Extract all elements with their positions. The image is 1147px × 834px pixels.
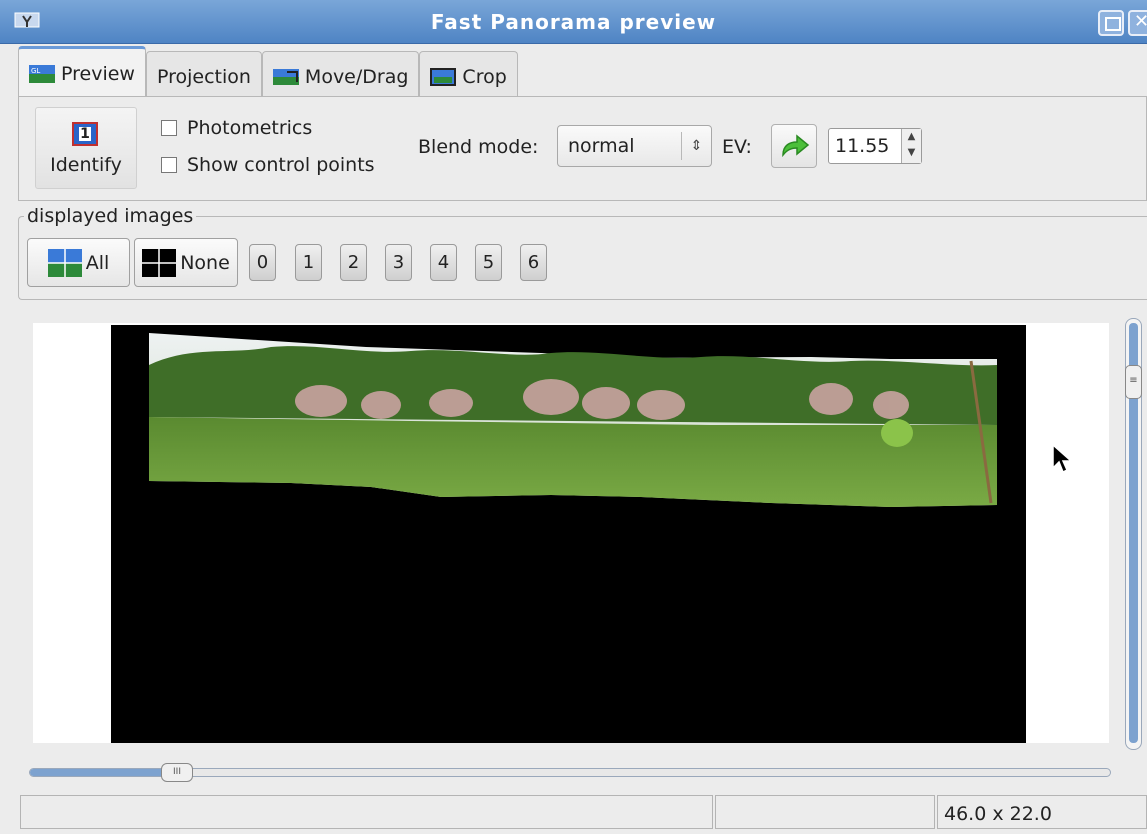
vertical-scrollbar[interactable]: ≡ <box>1125 318 1142 750</box>
window-title: Fast Panorama preview <box>430 10 717 34</box>
tab-move-drag-label: Move/Drag <box>304 65 409 88</box>
identify-button[interactable]: 1 Identify <box>35 107 137 189</box>
svg-text:GL: GL <box>31 67 40 75</box>
redo-arrow-icon <box>782 134 810 158</box>
gl-preview-icon: GL <box>29 64 55 83</box>
horizontal-slider-thumb[interactable]: III <box>161 763 193 782</box>
mouse-cursor-icon <box>1052 444 1072 474</box>
tab-preview-label: Preview <box>61 62 135 85</box>
photometrics-label: Photometrics <box>187 117 313 139</box>
all-images-icon <box>47 248 82 277</box>
tab-preview[interactable]: GL Preview <box>18 46 146 98</box>
image-toggle-1[interactable]: 1 <box>295 244 322 281</box>
control-points-checkbox[interactable] <box>161 157 177 173</box>
show-all-button[interactable]: All <box>27 238 130 287</box>
control-points-option[interactable]: Show control points <box>161 154 375 176</box>
tab-crop[interactable]: Crop <box>419 51 518 101</box>
image-toggle-5[interactable]: 5 <box>475 244 502 281</box>
identify-label: Identify <box>50 154 122 176</box>
tab-projection-label: Projection <box>156 65 251 88</box>
preview-toolbar: 1 Identify Photometrics Show control poi… <box>18 97 1147 201</box>
status-field-2 <box>715 795 935 829</box>
blend-mode-select[interactable]: normal ⇕ <box>557 125 712 167</box>
control-points-label: Show control points <box>187 154 375 176</box>
image-toggle-3[interactable]: 3 <box>385 244 412 281</box>
status-field-1 <box>20 795 713 829</box>
ev-apply-button[interactable] <box>771 124 817 168</box>
blend-mode-label: Blend mode: <box>418 136 539 158</box>
show-none-button[interactable]: None <box>134 238 238 287</box>
close-button[interactable] <box>1128 10 1147 36</box>
identify-icon-number: 1 <box>79 126 91 142</box>
tab-crop-label: Crop <box>462 65 507 88</box>
vertical-scroll-thumb[interactable]: ≡ <box>1125 365 1142 399</box>
tab-bar: GL Preview Projection Move/Drag Crop <box>18 46 518 101</box>
image-toggle-6[interactable]: 6 <box>520 244 547 281</box>
updown-arrow-icon: ⇕ <box>681 132 711 160</box>
identify-icon: 1 <box>72 122 98 146</box>
panorama-canvas[interactable] <box>111 325 1026 743</box>
show-all-label: All <box>85 251 110 274</box>
horizontal-slider-fill <box>30 769 178 776</box>
photometrics-option[interactable]: Photometrics <box>161 117 312 139</box>
ev-label: EV: <box>722 136 752 158</box>
move-drag-icon <box>272 68 299 85</box>
title-bar: Fast Panorama preview <box>0 0 1147 44</box>
crop-icon <box>430 67 457 86</box>
image-toggle-4[interactable]: 4 <box>430 244 457 281</box>
ev-spinbox[interactable]: 11.55 ▲ ▼ <box>828 128 922 164</box>
show-none-label: None <box>180 251 230 274</box>
ev-value: 11.55 <box>835 135 890 157</box>
panorama-image <box>149 333 997 507</box>
status-field-size: 46.0 x 22.0 <box>937 795 1147 829</box>
image-toggle-0[interactable]: 0 <box>249 244 276 281</box>
no-images-icon <box>142 248 177 277</box>
tab-projection[interactable]: Projection <box>145 51 262 101</box>
image-toggle-2[interactable]: 2 <box>340 244 367 281</box>
photometrics-checkbox[interactable] <box>161 120 177 136</box>
maximize-button[interactable] <box>1098 10 1124 36</box>
spin-arrows-icon[interactable]: ▲ ▼ <box>901 129 921 163</box>
displayed-images-label: displayed images <box>24 205 197 227</box>
horizontal-slider[interactable]: III <box>29 763 1111 782</box>
blend-mode-value: normal <box>568 135 635 157</box>
tab-move-drag[interactable]: Move/Drag <box>261 51 420 101</box>
